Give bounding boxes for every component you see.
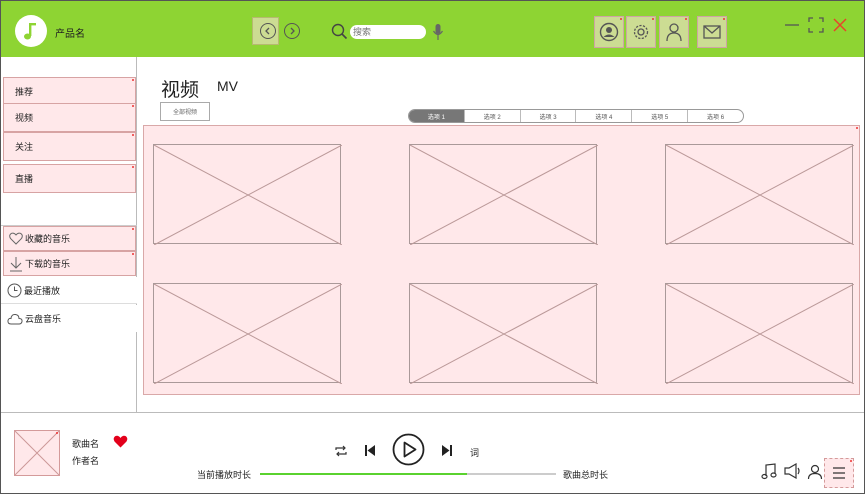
playlist-icon — [833, 467, 845, 479]
user-circle-icon — [599, 22, 619, 42]
filter-tabs: 选项 1 选项 2 选项 3 选项 4 选项 5 选项 6 — [408, 109, 744, 123]
mail-icon — [703, 25, 721, 39]
progress-fill — [260, 473, 468, 475]
next-button[interactable] — [439, 442, 455, 458]
play-icon — [392, 433, 425, 466]
sidebar-item-video[interactable]: 视频 — [3, 103, 136, 132]
sidebar-item-follow[interactable]: 关注 — [3, 132, 136, 161]
search-input[interactable] — [350, 25, 426, 39]
music-note-icon — [24, 23, 36, 40]
sidebar-item-label: 收藏的音乐 — [25, 234, 71, 244]
tab-option-6[interactable]: 选项 6 — [688, 110, 743, 122]
top-bar: 产品名 — [1, 1, 864, 57]
image-placeholder-icon — [410, 284, 598, 384]
sidebar-item-label: 下载的音乐 — [25, 259, 71, 269]
sidebar-item-label: 推荐 — [15, 87, 34, 97]
previous-button[interactable] — [362, 442, 378, 458]
close-button[interactable] — [831, 16, 849, 34]
player-bar: 歌曲名 作者名 词 当前播放时长 歌曲总时长 — [1, 412, 864, 493]
maximize-icon — [808, 17, 824, 33]
page-title: 视频 — [161, 80, 200, 101]
tab-option-1[interactable]: 选项 1 — [409, 110, 465, 122]
tab-option-4[interactable]: 选项 4 — [576, 110, 633, 122]
cloud-icon — [7, 313, 23, 324]
gear-icon — [633, 24, 649, 40]
repeat-button[interactable] — [333, 443, 349, 459]
album-cover[interactable] — [14, 430, 60, 476]
sidebar-item-label: 关注 — [15, 142, 34, 152]
sidebar-item-live[interactable]: 直播 — [3, 164, 136, 193]
messages-button[interactable] — [697, 16, 727, 48]
current-time: 当前播放时长 — [197, 470, 252, 480]
app-name: 产品名 — [55, 29, 85, 40]
sound-quality-icon[interactable] — [761, 463, 777, 480]
video-thumbnail[interactable] — [665, 144, 854, 245]
lyrics-button[interactable]: 词 — [470, 446, 479, 459]
sidebar-item-label: 云盘音乐 — [25, 314, 62, 324]
sidebar: 推荐 视频 关注 直播 收藏的音乐 下载的音乐 最近播放 云盘音乐 — [1, 57, 137, 412]
video-grid — [143, 125, 860, 395]
image-placeholder-icon — [666, 284, 854, 384]
image-placeholder-icon — [154, 284, 342, 384]
microphone-icon[interactable] — [432, 23, 444, 41]
tab-option-2[interactable]: 选项 2 — [465, 110, 521, 122]
back-button[interactable] — [260, 23, 276, 39]
sidebar-item-recent[interactable]: 最近播放 — [1, 277, 137, 304]
heart-outline-icon — [9, 232, 23, 245]
total-time: 歌曲总时长 — [563, 470, 609, 480]
image-placeholder-icon — [410, 145, 598, 245]
chevron-right-icon — [290, 27, 295, 35]
tab-mv[interactable]: MV — [217, 78, 238, 94]
skip-previous-icon — [365, 444, 375, 456]
app-window: 产品名 搜索 推荐 视频 关注 直播 收藏的音乐 下载的音乐 最近播放 云盘音乐… — [0, 0, 865, 494]
video-thumbnail[interactable] — [153, 144, 342, 245]
minimize-icon — [785, 24, 799, 26]
download-icon — [10, 256, 22, 271]
image-placeholder-icon — [154, 145, 342, 245]
video-thumbnail[interactable] — [665, 283, 854, 384]
forward-button[interactable] — [284, 23, 300, 39]
artist-name[interactable]: 作者名 — [72, 454, 99, 467]
progress-bar[interactable] — [260, 473, 556, 475]
sidebar-item-downloads[interactable]: 下载的音乐 — [3, 251, 136, 276]
video-thumbnail[interactable] — [153, 283, 342, 384]
profile-button[interactable] — [594, 16, 624, 48]
skip-next-icon — [442, 444, 452, 456]
account-button[interactable] — [659, 16, 689, 48]
repeat-icon — [335, 445, 347, 457]
clock-icon — [7, 283, 22, 297]
sidebar-item-favorites[interactable]: 收藏的音乐 — [3, 226, 136, 251]
tab-option-5[interactable]: 选项 5 — [632, 110, 689, 122]
share-user-icon[interactable] — [807, 463, 824, 480]
volume-icon[interactable] — [784, 463, 801, 479]
user-icon — [666, 23, 682, 42]
heart-icon[interactable] — [113, 435, 128, 448]
video-thumbnail[interactable] — [409, 144, 598, 245]
image-placeholder-icon — [666, 145, 854, 245]
all-videos-button[interactable]: 全部视频 — [160, 102, 210, 121]
sidebar-item-cloud[interactable]: 云盘音乐 — [1, 305, 137, 332]
chevron-left-icon — [265, 27, 270, 35]
video-thumbnail[interactable] — [409, 283, 598, 384]
close-icon — [833, 18, 847, 32]
app-logo — [15, 15, 47, 47]
search-icon[interactable] — [331, 23, 348, 40]
sidebar-item-label: 视频 — [15, 113, 34, 123]
settings-button[interactable] — [626, 16, 656, 48]
image-placeholder-icon — [14, 430, 60, 476]
maximize-button[interactable] — [807, 16, 825, 34]
play-button[interactable] — [392, 433, 425, 466]
sidebar-item-label: 直播 — [15, 174, 34, 184]
tab-option-3[interactable]: 选项 3 — [521, 110, 577, 122]
song-name[interactable]: 歌曲名 — [72, 437, 99, 450]
sidebar-item-label: 最近播放 — [24, 285, 61, 296]
sidebar-item-recommend[interactable]: 推荐 — [3, 77, 136, 106]
minimize-button[interactable] — [783, 16, 801, 34]
playlist-button[interactable] — [824, 458, 854, 488]
